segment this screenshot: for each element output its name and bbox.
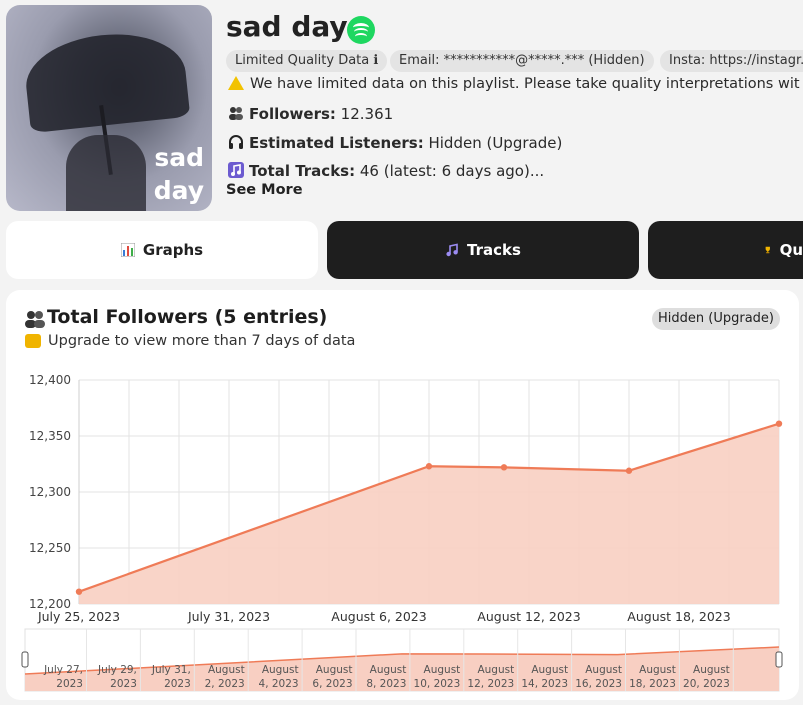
upgrade-note: Upgrade to view more than 7 days of data — [48, 333, 356, 349]
chart-title: Total Followers (5 entries) — [47, 306, 328, 328]
followers-value: 12.361 — [340, 105, 394, 123]
listeners-label: Estimated Listeners: — [249, 134, 424, 152]
bar-chart-icon — [120, 243, 135, 257]
limited-data-warning: We have limited data on this playlist. P… — [228, 76, 800, 92]
warning-text: We have limited data on this playlist. P… — [250, 76, 800, 92]
people-icon — [229, 107, 243, 120]
tab-tracks-label: Tracks — [467, 241, 521, 259]
see-more-link[interactable]: See More — [226, 182, 303, 198]
tracks-value: 46 (latest: 6 days ago)... — [359, 162, 545, 180]
hidden-upgrade-badge[interactable]: Hidden (Upgrade) — [652, 308, 780, 330]
tab-quality[interactable]: Qu — [648, 221, 803, 279]
playlist-title: sad day — [226, 10, 348, 43]
tracks-stat: Total Tracks: 46 (latest: 6 days ago)... — [228, 162, 544, 180]
tab-graphs-label: Graphs — [142, 241, 204, 259]
playlist-cover-image: sad day — [6, 5, 212, 211]
email-chip[interactable]: Email: ***********@*****.*** (Hidden) — [390, 50, 654, 72]
cover-text-line1: sad — [154, 143, 204, 172]
warning-icon — [228, 76, 244, 90]
followers-stat: Followers: 12.361 — [228, 105, 393, 123]
followers-card — [6, 290, 799, 700]
tab-quality-label: Qu — [779, 241, 803, 259]
tracks-label: Total Tracks: — [249, 162, 356, 180]
followers-label: Followers: — [249, 105, 336, 123]
music-note-icon — [446, 243, 458, 257]
tab-tracks[interactable]: Tracks — [327, 221, 639, 279]
trophy-icon — [765, 246, 770, 254]
headphones-icon — [229, 135, 243, 149]
insta-chip[interactable]: Insta: https://instagr... — [660, 50, 803, 72]
listeners-value: Hidden (Upgrade) — [428, 134, 563, 152]
cover-text-line2: day — [153, 176, 204, 205]
music-notes-icon — [228, 162, 244, 178]
quality-chip[interactable]: Limited Quality Data ℹ — [226, 50, 388, 72]
listeners-stat: Estimated Listeners: Hidden (Upgrade) — [228, 134, 562, 152]
tab-graphs[interactable]: Graphs — [6, 221, 318, 279]
lock-icon — [25, 334, 41, 348]
cover-text: sad day — [154, 141, 204, 207]
spotify-icon[interactable] — [347, 16, 375, 44]
people-icon — [25, 311, 45, 328]
